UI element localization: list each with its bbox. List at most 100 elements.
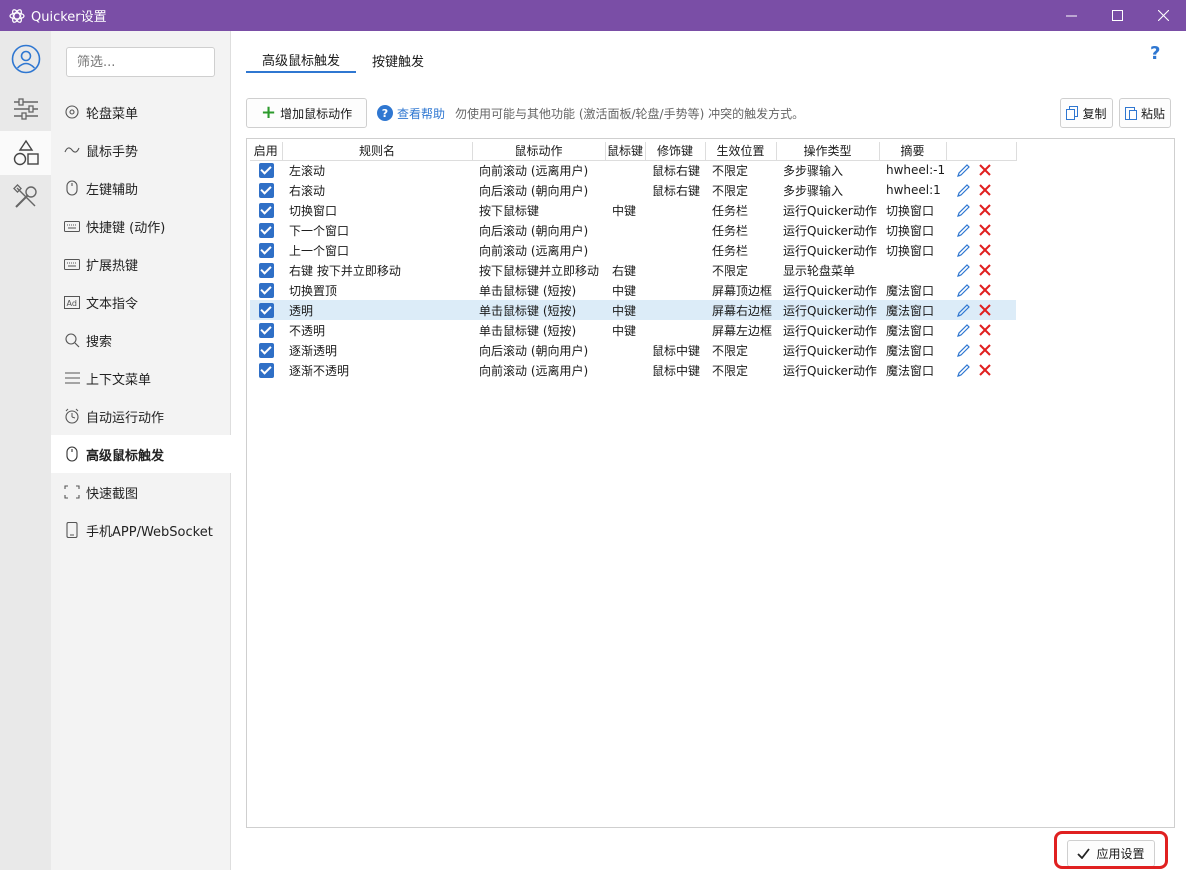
delete-x-icon bbox=[979, 184, 991, 196]
edit-rule-button[interactable] bbox=[956, 183, 971, 198]
delete-rule-button[interactable] bbox=[979, 284, 991, 296]
rule-name-cell: 逐渐透明 bbox=[289, 343, 338, 358]
rail-settings[interactable] bbox=[0, 87, 51, 131]
nav-item-extended-hotkey[interactable]: 扩展热键 bbox=[51, 245, 231, 283]
enabled-checkbox[interactable] bbox=[258, 202, 274, 218]
rule-name-cell: 切换置顶 bbox=[289, 283, 338, 298]
column-header-enabled[interactable]: 启用 bbox=[250, 142, 283, 161]
nav-item-mouse-gesture[interactable]: 鼠标手势 bbox=[51, 131, 231, 169]
enabled-cell bbox=[250, 160, 282, 180]
nav-item-text-command[interactable]: Ad 文本指令 bbox=[51, 283, 231, 321]
op-type-cell: 运行Quicker动作 bbox=[783, 363, 877, 378]
delete-rule-button[interactable] bbox=[979, 264, 991, 276]
view-help-label: 查看帮助 bbox=[397, 106, 446, 121]
rules-table-container[interactable]: 启用 规则名 鼠标动作 鼠标键 修饰键 生效位置 操作类型 摘要 左滚动 向前滚动… bbox=[246, 138, 1175, 828]
edit-rule-button[interactable] bbox=[956, 243, 971, 258]
column-header-mouse-action[interactable]: 鼠标动作 bbox=[472, 142, 606, 161]
mouse-icon bbox=[64, 180, 80, 196]
enabled-checkbox[interactable] bbox=[258, 302, 274, 318]
delete-rule-button[interactable] bbox=[979, 224, 991, 236]
op-type-cell: 运行Quicker动作 bbox=[783, 243, 877, 258]
delete-rule-button[interactable] bbox=[979, 344, 991, 356]
enabled-checkbox[interactable] bbox=[258, 362, 274, 378]
nav-item-shortcut-action[interactable]: 快捷键 (动作) bbox=[51, 207, 231, 245]
rail-triggers[interactable] bbox=[0, 131, 51, 175]
table-row[interactable]: 不透明 单击鼠标键 (短按) 中键 屏幕左边框 运行Quicker动作 魔法窗口 bbox=[250, 320, 1016, 340]
delete-rule-button[interactable] bbox=[979, 324, 991, 336]
summary-cell: hwheel:-1 bbox=[886, 163, 946, 178]
enabled-checkbox[interactable] bbox=[258, 262, 274, 278]
delete-rule-button[interactable] bbox=[979, 164, 991, 176]
enabled-cell bbox=[250, 240, 282, 260]
view-help-link[interactable]: ? 查看帮助 bbox=[377, 98, 445, 128]
edit-rule-button[interactable] bbox=[956, 363, 971, 378]
paste-button[interactable]: 粘贴 bbox=[1119, 98, 1171, 128]
close-window-button[interactable] bbox=[1140, 0, 1186, 31]
edit-rule-button[interactable] bbox=[956, 343, 971, 358]
column-header-mouse-button[interactable]: 鼠标键 bbox=[605, 142, 646, 161]
enabled-checkbox[interactable] bbox=[258, 342, 274, 358]
help-question-icon[interactable]: ? bbox=[1150, 43, 1168, 65]
delete-rule-button[interactable] bbox=[979, 184, 991, 196]
tab-key-trigger[interactable]: 按键触发 bbox=[356, 47, 440, 73]
table-row[interactable]: 右滚动 向后滚动 (朝向用户) 鼠标右键 不限定 多步骤输入 hwheel:1 bbox=[250, 180, 1016, 200]
table-row[interactable]: 右键 按下并立即移动 按下鼠标键并立即移动 右键 不限定 显示轮盘菜单 bbox=[250, 260, 1016, 280]
maximize-button[interactable] bbox=[1094, 0, 1140, 31]
copy-button[interactable]: 复制 bbox=[1060, 98, 1113, 128]
minimize-button[interactable] bbox=[1048, 0, 1094, 31]
nav-item-auto-run[interactable]: 自动运行动作 bbox=[51, 397, 231, 435]
table-row[interactable]: 左滚动 向前滚动 (远离用户) 鼠标右键 不限定 多步骤输入 hwheel:-1 bbox=[250, 160, 1016, 180]
edit-rule-button[interactable] bbox=[956, 303, 971, 318]
add-mouse-action-button[interactable]: + 增加鼠标动作 bbox=[246, 98, 367, 128]
nav-item-left-click-assist[interactable]: 左键辅助 bbox=[51, 169, 231, 207]
delete-rule-button[interactable] bbox=[979, 364, 991, 376]
rail-tools[interactable] bbox=[0, 175, 51, 219]
column-header-summary[interactable]: 摘要 bbox=[879, 142, 947, 161]
modifier-cell bbox=[645, 240, 705, 260]
table-row[interactable]: 透明 单击鼠标键 (短按) 中键 屏幕右边框 运行Quicker动作 魔法窗口 bbox=[250, 300, 1016, 320]
enabled-checkbox[interactable] bbox=[258, 182, 274, 198]
op-type-cell: 运行Quicker动作 bbox=[783, 283, 877, 298]
edit-rule-button[interactable] bbox=[956, 263, 971, 278]
enabled-checkbox[interactable] bbox=[258, 162, 274, 178]
enabled-checkbox[interactable] bbox=[258, 322, 274, 338]
enabled-checkbox[interactable] bbox=[258, 222, 274, 238]
search-icon bbox=[64, 332, 80, 348]
delete-rule-button[interactable] bbox=[979, 244, 991, 256]
position-cell: 不限定 bbox=[712, 343, 749, 358]
table-row[interactable]: 切换窗口 按下鼠标键 中键 任务栏 运行Quicker动作 切换窗口 bbox=[250, 200, 1016, 220]
table-row[interactable]: 上一个窗口 向前滚动 (远离用户) 任务栏 运行Quicker动作 切换窗口 bbox=[250, 240, 1016, 260]
column-header-rule-name[interactable]: 规则名 bbox=[282, 142, 473, 161]
table-row[interactable]: 切换置顶 单击鼠标键 (短按) 中键 屏幕顶边框 运行Quicker动作 魔法窗口 bbox=[250, 280, 1016, 300]
tab-advanced-mouse-trigger[interactable]: 高级鼠标触发 bbox=[246, 47, 357, 73]
column-header-op-type[interactable]: 操作类型 bbox=[776, 142, 880, 161]
edit-rule-button[interactable] bbox=[956, 323, 971, 338]
enabled-checkbox[interactable] bbox=[258, 282, 274, 298]
settings-nav: 轮盘菜单 鼠标手势 左键辅助 快捷键 (动作) 扩展热键 Ad 文本指令 搜索 bbox=[51, 31, 231, 870]
edit-rule-button[interactable] bbox=[956, 283, 971, 298]
position-cell: 不限定 bbox=[712, 263, 749, 278]
nav-item-quick-screenshot[interactable]: 快速截图 bbox=[51, 473, 231, 511]
rail-profile[interactable] bbox=[0, 31, 51, 87]
nav-item-wheel-menu[interactable]: 轮盘菜单 bbox=[51, 93, 231, 131]
column-header-modifier[interactable]: 修饰键 bbox=[645, 142, 706, 161]
nav-item-context-menu[interactable]: 上下文菜单 bbox=[51, 359, 231, 397]
column-header-position[interactable]: 生效位置 bbox=[705, 142, 777, 161]
table-row[interactable]: 逐渐不透明 向前滚动 (远离用户) 鼠标中键 不限定 运行Quicker动作 魔法窗口 bbox=[250, 360, 1016, 380]
delete-rule-button[interactable] bbox=[979, 204, 991, 216]
edit-rule-button[interactable] bbox=[956, 203, 971, 218]
table-row[interactable]: 逐渐透明 向后滚动 (朝向用户) 鼠标中键 不限定 运行Quicker动作 魔法窗口 bbox=[250, 340, 1016, 360]
edit-rule-button[interactable] bbox=[956, 163, 971, 178]
filter-input[interactable] bbox=[66, 47, 215, 77]
delete-rule-button[interactable] bbox=[979, 304, 991, 316]
nav-item-search[interactable]: 搜索 bbox=[51, 321, 231, 359]
nav-item-phone-app[interactable]: 手机APP/WebSocket bbox=[51, 511, 231, 549]
pencil-icon bbox=[957, 203, 970, 217]
delete-x-icon bbox=[979, 304, 991, 316]
enabled-checkbox[interactable] bbox=[258, 242, 274, 258]
rule-name-cell: 右键 按下并立即移动 bbox=[289, 263, 401, 278]
nav-item-advanced-mouse-trigger[interactable]: 高级鼠标触发 bbox=[51, 435, 231, 473]
edit-rule-button[interactable] bbox=[956, 223, 971, 238]
table-row[interactable]: 下一个窗口 向后滚动 (朝向用户) 任务栏 运行Quicker动作 切换窗口 bbox=[250, 220, 1016, 240]
column-header-actions bbox=[946, 142, 1017, 161]
